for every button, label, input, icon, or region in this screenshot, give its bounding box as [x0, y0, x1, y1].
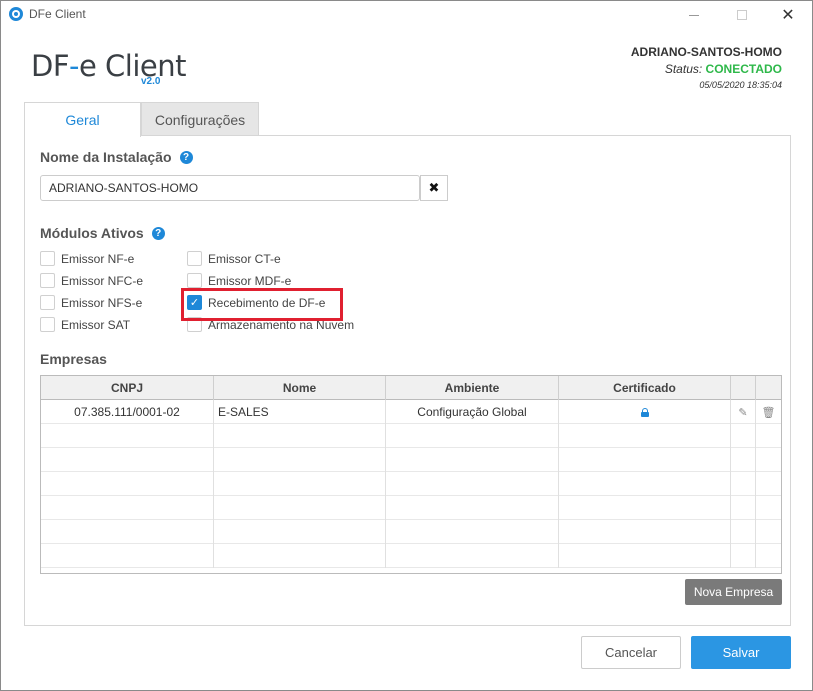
- window-title: DFe Client: [29, 7, 86, 21]
- column-header-delete: [756, 376, 781, 400]
- edit-button[interactable]: ✎: [731, 400, 756, 424]
- title-bar: DFe Client ✕: [1, 1, 812, 29]
- help-icon[interactable]: ?: [179, 150, 193, 164]
- minimize-button[interactable]: [671, 1, 717, 29]
- table-row[interactable]: 07.385.111/0001-02 E-SALES Configuração …: [41, 400, 781, 424]
- close-button[interactable]: ✕: [765, 1, 811, 29]
- trash-icon: 🗑: [761, 406, 776, 419]
- companies-label: Empresas: [40, 351, 107, 367]
- delete-button[interactable]: 🗑: [756, 400, 781, 424]
- maximize-icon: [737, 10, 747, 20]
- checkbox[interactable]: [40, 273, 55, 288]
- installation-user: ADRIANO-SANTOS-HOMO: [630, 45, 782, 59]
- column-header-edit: [731, 376, 756, 400]
- status-badge: CONECTADO: [705, 62, 782, 76]
- table-row-empty: [41, 544, 781, 568]
- column-header-ambiente[interactable]: Ambiente: [386, 376, 559, 400]
- save-button[interactable]: Salvar: [691, 636, 791, 669]
- close-icon: ✖: [428, 180, 440, 195]
- cell-certificado: [559, 400, 731, 424]
- minimize-icon: [689, 14, 699, 16]
- close-icon: ✕: [781, 7, 795, 24]
- status-line: Status: CONECTADO: [664, 62, 782, 76]
- app-window: DFe Client ✕ DF-e Client v2.0 ADRIANO-SA…: [0, 0, 813, 691]
- module-emissor-nfse[interactable]: Emissor NFS-e: [40, 295, 142, 310]
- help-icon[interactable]: ?: [151, 226, 165, 240]
- column-header-nome[interactable]: Nome: [214, 376, 386, 400]
- checkbox[interactable]: [40, 295, 55, 310]
- module-emissor-nfe[interactable]: Emissor NF-e: [40, 251, 134, 266]
- tab-configuracoes[interactable]: Configurações: [141, 102, 259, 136]
- module-emissor-nfce[interactable]: Emissor NFC-e: [40, 273, 143, 288]
- maximize-button[interactable]: [719, 1, 765, 29]
- companies-table: CNPJ Nome Ambiente Certificado 07.385.11…: [40, 375, 782, 574]
- status-timestamp: 05/05/2020 18:35:04: [699, 80, 782, 90]
- module-emissor-sat[interactable]: Emissor SAT: [40, 317, 130, 332]
- lock-icon: [640, 407, 649, 417]
- cell-nome: E-SALES: [214, 400, 386, 424]
- highlight-box: [181, 288, 343, 321]
- cell-ambiente: Configuração Global: [386, 400, 559, 424]
- column-header-certificado[interactable]: Certificado: [559, 376, 731, 400]
- table-row-empty: [41, 424, 781, 448]
- cancel-button[interactable]: Cancelar: [581, 636, 681, 669]
- table-row-empty: [41, 520, 781, 544]
- connection-status: ADRIANO-SANTOS-HOMO Status: CONECTADO 05…: [631, 45, 782, 90]
- cell-cnpj: 07.385.111/0001-02: [41, 400, 214, 424]
- active-modules-label: Módulos Ativos ?: [40, 225, 165, 241]
- installation-name-label: Nome da Instalação ?: [40, 149, 193, 165]
- table-row-empty: [41, 496, 781, 520]
- checkbox[interactable]: [187, 251, 202, 266]
- version-label: v2.0: [141, 76, 161, 87]
- checkbox[interactable]: [187, 273, 202, 288]
- module-emissor-cte[interactable]: Emissor CT-e: [187, 251, 281, 266]
- table-header: CNPJ Nome Ambiente Certificado: [41, 376, 781, 400]
- checkbox[interactable]: [40, 317, 55, 332]
- module-emissor-mdfe[interactable]: Emissor MDF-e: [187, 273, 291, 288]
- checkbox[interactable]: [40, 251, 55, 266]
- table-row-empty: [41, 472, 781, 496]
- table-row-empty: [41, 448, 781, 472]
- edit-icon: ✎: [738, 406, 748, 419]
- clear-name-button[interactable]: ✖: [420, 175, 448, 201]
- brand-logo: DF-e Client: [31, 49, 187, 83]
- installation-name-input[interactable]: ADRIANO-SANTOS-HOMO: [40, 175, 420, 201]
- tab-geral[interactable]: Geral: [24, 102, 141, 137]
- new-company-button[interactable]: Nova Empresa: [685, 579, 782, 605]
- app-logo-icon: [9, 7, 23, 21]
- column-header-cnpj[interactable]: CNPJ: [41, 376, 214, 400]
